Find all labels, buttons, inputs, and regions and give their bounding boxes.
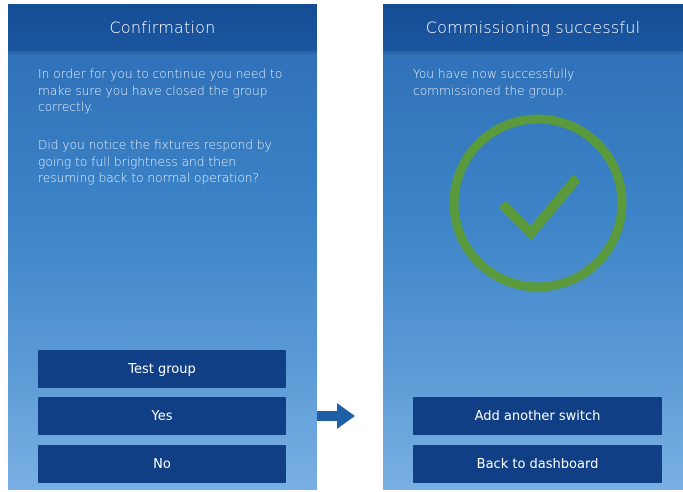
test-group-button[interactable]: Test group <box>38 350 286 388</box>
yes-label: Yes <box>151 408 173 424</box>
commissioning-success-screen: Commissioning successful You have now su… <box>383 4 683 490</box>
yes-button[interactable]: Yes <box>38 397 286 435</box>
success-message: You have now successfully commissioned t… <box>413 67 575 98</box>
screen-header: Commissioning successful <box>383 4 683 51</box>
question-text: Did you notice the fixtures respond by g… <box>38 138 272 185</box>
right-arrow-icon <box>317 403 355 429</box>
test-group-label: Test group <box>128 361 196 377</box>
confirmation-screen: Confirmation In order for you to continu… <box>8 4 317 490</box>
instruction-text: In order for you to continue you need to… <box>38 67 283 114</box>
back-to-dashboard-label: Back to dashboard <box>476 456 599 472</box>
add-another-switch-button[interactable]: Add another switch <box>413 397 662 435</box>
no-label: No <box>153 456 171 472</box>
checkmark-circle-icon <box>449 114 627 292</box>
back-to-dashboard-button[interactable]: Back to dashboard <box>413 445 662 483</box>
no-button[interactable]: No <box>38 445 286 483</box>
screen-header: Confirmation <box>8 4 317 51</box>
screen-title: Commissioning successful <box>425 18 641 37</box>
add-another-switch-label: Add another switch <box>474 408 601 424</box>
screen-title: Confirmation <box>109 18 216 37</box>
workflow-stage: Confirmation In order for you to continu… <box>0 0 683 492</box>
